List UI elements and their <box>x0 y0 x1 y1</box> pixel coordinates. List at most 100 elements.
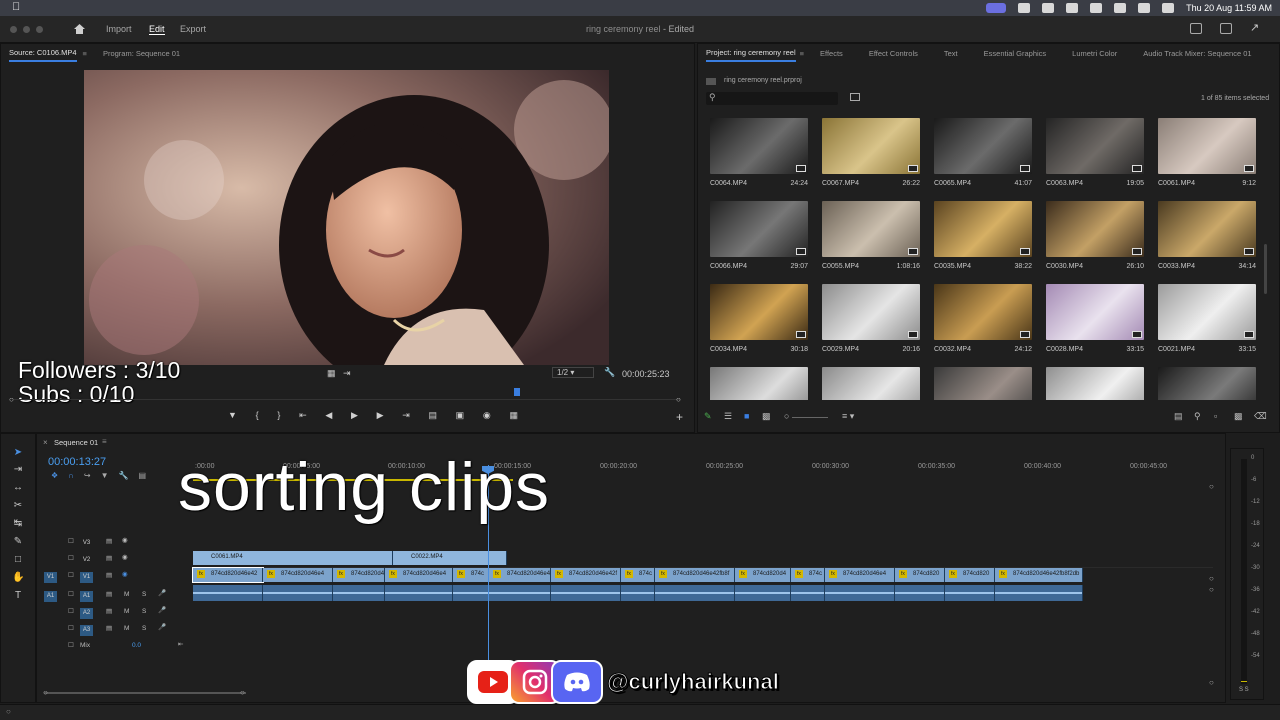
lock-icon[interactable]: ☐ <box>68 537 74 545</box>
project-item[interactable]: C0064.MP4 24:24 <box>710 118 810 187</box>
clip-v1[interactable]: fx 874c <box>791 568 825 582</box>
clip-a1[interactable] <box>895 585 945 601</box>
project-item[interactable]: C0063.MP4 19:05 <box>1046 118 1146 187</box>
project-search-input[interactable]: ⚲ <box>706 92 838 105</box>
display-icon[interactable] <box>1042 3 1055 13</box>
tab-effects[interactable]: Effects <box>820 49 843 58</box>
button-editor-icon[interactable]: ▦ <box>509 410 518 424</box>
clip-v1[interactable]: fx 874cd820d46e42 <box>192 567 264 583</box>
a-scroll-bottom-handle[interactable]: ○ <box>1209 678 1214 687</box>
project-item[interactable]: C0066.MP4 29:07 <box>710 201 810 270</box>
step-forward-icon[interactable]: ▶ <box>377 410 384 424</box>
tab-audio-track-mixer[interactable]: Audio Track Mixer: Sequence 01 <box>1143 49 1251 58</box>
lock-icon[interactable]: ☐ <box>68 624 74 632</box>
clip-a1[interactable] <box>453 585 489 601</box>
settings-icon[interactable]: ▦ <box>327 368 336 379</box>
clip-v2-c0061[interactable]: C0061.MP4 <box>193 551 393 565</box>
scroll-handle-right[interactable]: ○ <box>240 688 245 697</box>
clip-a1[interactable] <box>791 585 825 601</box>
sync-lock-icon[interactable]: ▤ <box>106 537 112 545</box>
project-item[interactable]: C0034.MP4 30:18 <box>710 284 810 353</box>
track-a1-label[interactable]: A1 <box>80 591 93 602</box>
project-item[interactable]: C0061.MP4 9:12 <box>1158 118 1258 187</box>
lock-icon[interactable]: ☐ <box>68 571 74 579</box>
ripple-edit-tool-icon[interactable]: ↔ <box>12 482 24 494</box>
icon-view-icon[interactable]: ■ <box>744 411 749 421</box>
mix-volume[interactable]: 0.0 <box>132 642 141 649</box>
track-v2-label[interactable]: V2 <box>80 555 93 566</box>
fullscreen-icon[interactable]: ↗ <box>1250 21 1262 34</box>
zoom-slider-icon[interactable]: ○ <box>784 411 789 421</box>
sort-icon[interactable]: ≡ ▾ <box>842 411 854 422</box>
slip-tool-icon[interactable]: ↹ <box>12 518 24 530</box>
mark-in-icon[interactable]: { <box>256 410 259 424</box>
track-select-tool-icon[interactable]: ⇥ <box>12 464 24 476</box>
tab-essential-graphics[interactable]: Essential Graphics <box>984 49 1047 58</box>
project-item[interactable] <box>822 367 922 400</box>
clip-v1[interactable]: fx 874cd820d46e42f <box>551 568 621 582</box>
source-scrubber[interactable] <box>14 399 680 400</box>
razor-tool-icon[interactable]: ✂ <box>12 500 24 512</box>
clip-a1[interactable] <box>385 585 453 601</box>
selection-tool-icon[interactable]: ➤ <box>12 447 24 459</box>
screen-share-icon[interactable] <box>986 3 1007 13</box>
panel-menu-icon[interactable]: ≡ <box>102 437 107 446</box>
v-scroll-top-handle[interactable]: ○ <box>1209 482 1214 491</box>
lock-icon[interactable]: ☐ <box>68 590 74 598</box>
pencil-icon[interactable]: ✎ <box>704 411 712 422</box>
project-item[interactable]: C0067.MP4 26:22 <box>822 118 922 187</box>
wifi-icon[interactable] <box>1090 3 1103 13</box>
clip-a1[interactable] <box>263 585 333 601</box>
clip-v1[interactable]: fx 874cd820d4 <box>333 568 385 582</box>
tab-sequence[interactable]: Sequence 01 <box>54 438 98 447</box>
sync-lock-icon[interactable]: ▤ <box>106 607 112 615</box>
sync-lock-icon[interactable]: ▤ <box>106 624 112 632</box>
app-status-icon[interactable] <box>1018 3 1031 13</box>
clock[interactable]: Thu 20 Aug 11:59 AM <box>1186 3 1272 13</box>
new-bin-icon[interactable] <box>850 93 860 101</box>
track-v3-label[interactable]: V3 <box>80 538 93 549</box>
a-scroll-top-handle[interactable]: ○ <box>1209 585 1214 594</box>
mark-out-icon[interactable]: } <box>277 410 280 424</box>
project-item[interactable]: C0030.MP4 26:10 <box>1046 201 1146 270</box>
freeform-view-icon[interactable]: ▩ <box>762 411 771 422</box>
clip-a1[interactable] <box>735 585 791 601</box>
microphone-icon[interactable]: 🎤 <box>158 606 166 614</box>
tab-text[interactable]: Text <box>944 49 958 58</box>
project-item[interactable]: C0029.MP4 20:16 <box>822 284 922 353</box>
step-back-icon[interactable]: ◀ <box>325 410 332 424</box>
panel-menu-icon[interactable]: ≡ <box>800 49 804 58</box>
tab-lumetri-color[interactable]: Lumetri Color <box>1072 49 1117 58</box>
pen-tool-icon[interactable]: ✎ <box>12 536 24 548</box>
sync-lock-icon[interactable]: ▤ <box>106 571 112 579</box>
sync-lock-icon[interactable]: ▤ <box>106 554 112 562</box>
timeline-settings-icon[interactable]: 🔧 <box>119 471 129 481</box>
close-sequence-icon[interactable]: × <box>43 438 48 447</box>
scrub-end-handle[interactable]: ○ <box>676 395 681 404</box>
track-a2-label[interactable]: A2 <box>80 608 93 619</box>
mute-button[interactable]: M <box>124 608 129 615</box>
clip-v1[interactable]: fx 874c <box>621 568 655 582</box>
lock-icon[interactable]: ☐ <box>68 607 74 615</box>
rectangle-tool-icon[interactable]: □ <box>12 554 24 566</box>
source-patch-a1[interactable]: A1 <box>44 591 57 602</box>
tab-source[interactable]: Source: C0106.MP4 <box>9 48 77 62</box>
toggle-output-icon[interactable]: ◉ <box>122 570 128 578</box>
source-playhead[interactable] <box>514 388 520 396</box>
clip-v1[interactable]: fx 874cd820d4 <box>735 568 791 582</box>
toggle-output-icon[interactable]: ◉ <box>122 536 128 544</box>
go-to-out-icon[interactable]: ⇥ <box>402 410 410 424</box>
trash-icon[interactable]: ⌫ <box>1254 411 1267 422</box>
list-view-icon[interactable]: ☰ <box>724 411 732 422</box>
track-a3-label[interactable]: A3 <box>80 625 93 636</box>
project-item[interactable]: C0065.MP4 41:07 <box>934 118 1034 187</box>
v-scroll-mid-handle[interactable]: ○ <box>1209 574 1214 583</box>
export-frame-icon[interactable]: ◉ <box>483 410 491 424</box>
clip-v1[interactable]: fx 874cd820d46e42fb8f <box>655 568 735 582</box>
clip-a1[interactable] <box>825 585 895 601</box>
project-item[interactable] <box>710 367 810 400</box>
add-button-icon[interactable]: + <box>676 410 683 424</box>
wrench-icon[interactable]: 🔧 <box>604 367 615 378</box>
apple-icon[interactable]:  <box>12 1 20 13</box>
go-to-in-icon[interactable]: ⇤ <box>299 410 307 424</box>
